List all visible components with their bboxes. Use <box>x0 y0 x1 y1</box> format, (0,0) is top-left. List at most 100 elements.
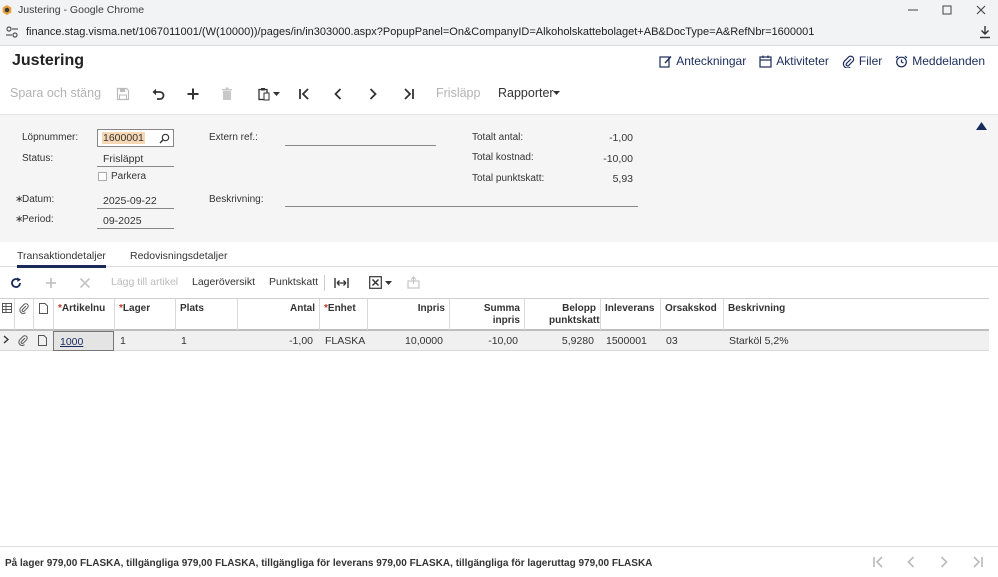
reports-menu-button[interactable]: Rapporter <box>498 86 554 100</box>
chevron-right-row-icon <box>3 335 10 344</box>
column-header-enhet[interactable]: *Enhet <box>319 299 367 330</box>
next-record-button[interactable] <box>364 85 382 103</box>
attachment-column-header <box>14 299 33 330</box>
activities-link-label: Aktiviteter <box>776 54 829 68</box>
plus-icon <box>187 88 199 100</box>
copy-paste-button[interactable] <box>255 85 273 103</box>
paperclip-icon <box>842 55 855 68</box>
column-header-orsakskod[interactable]: Orsakskod <box>660 299 723 330</box>
main-toolbar: Spara och stäng Frisläpp Rapporter <box>0 78 998 110</box>
first-record-button[interactable] <box>295 85 313 103</box>
pager-next-icon[interactable] <box>937 555 951 569</box>
messages-link-label: Meddelanden <box>912 54 985 68</box>
pager-previous-icon[interactable] <box>904 555 918 569</box>
availability-status-text: På lager 979,00 FLASKA, tillgängliga 979… <box>5 558 653 569</box>
description-label: Beskrivning: <box>209 194 264 205</box>
chevron-down-icon[interactable] <box>273 92 280 96</box>
cell-enhet[interactable]: FLASKA <box>319 331 367 351</box>
pager-last-icon[interactable] <box>971 555 985 569</box>
column-header-inpris[interactable]: Inpris <box>367 299 449 330</box>
hold-checkbox[interactable] <box>98 172 107 181</box>
column-header-summa-inpris[interactable]: Summa inpris <box>449 299 524 330</box>
delete-row-icon[interactable] <box>79 277 91 289</box>
cell-orsakskod[interactable]: 03 <box>660 331 723 351</box>
row-expand-cell[interactable] <box>0 331 14 351</box>
total-qty-label: Totalt antal: <box>472 132 524 143</box>
row-selector-header[interactable] <box>0 299 14 330</box>
cell-plats[interactable]: 1 <box>175 331 237 351</box>
search-icon[interactable] <box>159 133 170 144</box>
files-link[interactable]: Filer <box>842 54 882 68</box>
column-header-artikelnr[interactable]: *Artikelnu <box>53 299 114 330</box>
cell-inpris[interactable]: 10,0000 <box>367 331 449 351</box>
save-button[interactable] <box>114 85 132 103</box>
tab-transaction-details[interactable]: Transaktiondetaljer <box>17 250 106 268</box>
maximize-button[interactable] <box>930 0 964 19</box>
add-button[interactable] <box>184 85 202 103</box>
cell-antal[interactable]: -1,00 <box>237 331 319 351</box>
undo-button[interactable] <box>149 85 167 103</box>
add-item-button[interactable]: Lägg till artikel <box>111 276 178 288</box>
undo-icon <box>152 88 165 100</box>
ref-nbr-label: Löpnummer: <box>22 132 79 143</box>
column-header-beskrivning[interactable]: Beskrivning <box>723 299 989 330</box>
table-row[interactable]: 1000 1 1 -1,00 FLASKA 10,0000 -10,00 5,9… <box>0 331 989 351</box>
column-header-antal[interactable]: Antal <box>237 299 319 330</box>
export-chevron-down-icon[interactable] <box>385 281 392 285</box>
screen-header: Justering Anteckningar Aktiviteter Filer… <box>0 46 998 76</box>
cell-summa-inpris[interactable]: -10,00 <box>449 331 524 351</box>
excise-button[interactable]: Punktskatt <box>269 276 318 288</box>
close-window-button[interactable] <box>964 0 998 19</box>
inventory-summary-button[interactable]: Lageröversikt <box>192 276 255 288</box>
row-note-cell[interactable] <box>33 331 53 351</box>
total-qty-value: -1,00 <box>609 132 633 144</box>
site-settings-icon[interactable] <box>5 25 19 39</box>
column-header-inleverans[interactable]: Inleverans <box>600 299 660 330</box>
cell-lager[interactable]: 1 <box>114 331 175 351</box>
upload-icon[interactable] <box>407 276 420 289</box>
date-field[interactable]: 2025-09-22 <box>103 195 157 207</box>
alarm-clock-icon <box>895 55 908 67</box>
ref-nbr-value[interactable]: 1600001 <box>102 132 145 144</box>
url-text[interactable]: finance.stag.visma.net/1067011001/(W(100… <box>26 26 814 38</box>
excel-export-icon[interactable] <box>369 276 382 289</box>
row-attachment-cell[interactable] <box>14 331 33 351</box>
minimize-button[interactable] <box>896 0 930 19</box>
column-header-lager[interactable]: *Lager <box>114 299 175 330</box>
notes-link-label: Anteckningar <box>676 54 747 68</box>
hold-label: Parkera <box>111 171 147 182</box>
release-button[interactable]: Frisläpp <box>436 86 480 100</box>
tab-accounting-details[interactable]: Redovisningsdetaljer <box>130 250 227 262</box>
notes-link[interactable]: Anteckningar <box>659 54 746 68</box>
cell-beskrivning[interactable]: Starköl 5,2% <box>723 331 989 351</box>
column-header-plats[interactable]: Plats <box>175 299 237 330</box>
messages-link[interactable]: Meddelanden <box>895 54 985 68</box>
previous-record-button[interactable] <box>329 85 347 103</box>
cell-artikelnr[interactable]: 1000 <box>53 331 114 351</box>
status-value: Frisläppt <box>103 153 144 165</box>
download-icon[interactable] <box>978 25 992 39</box>
first-icon <box>299 88 309 100</box>
period-field[interactable]: 09-2025 <box>103 215 142 227</box>
activities-link[interactable]: Aktiviteter <box>759 54 829 68</box>
close-icon <box>976 5 986 14</box>
last-record-button[interactable] <box>400 85 418 103</box>
cell-belopp-punktskatt[interactable]: 5,9280 <box>524 331 600 351</box>
ref-nbr-lookup-field[interactable]: 1600001 <box>97 129 174 147</box>
total-cost-value: -10,00 <box>603 153 633 165</box>
address-bar[interactable]: finance.stag.visma.net/1067011001/(W(100… <box>0 19 998 46</box>
grid-toolbar: Lägg till artikel Lageröversikt Punktska… <box>0 270 998 296</box>
refresh-icon[interactable] <box>10 277 22 289</box>
save-close-button[interactable]: Spara och stäng <box>10 86 101 100</box>
ext-ref-label: Extern ref.: <box>209 132 258 143</box>
delete-button[interactable] <box>218 85 236 103</box>
trash-icon <box>222 87 232 100</box>
fit-columns-icon[interactable] <box>334 277 349 289</box>
collapse-caret-icon[interactable] <box>976 122 987 130</box>
column-header-belopp-punktskatt[interactable]: Belopp punktskatt <box>524 299 600 330</box>
pager-first-icon[interactable] <box>871 555 885 569</box>
add-row-icon[interactable] <box>45 277 57 289</box>
cell-inleverans[interactable]: 1500001 <box>600 331 660 351</box>
period-underline <box>97 228 174 229</box>
note-column-header <box>33 299 53 330</box>
